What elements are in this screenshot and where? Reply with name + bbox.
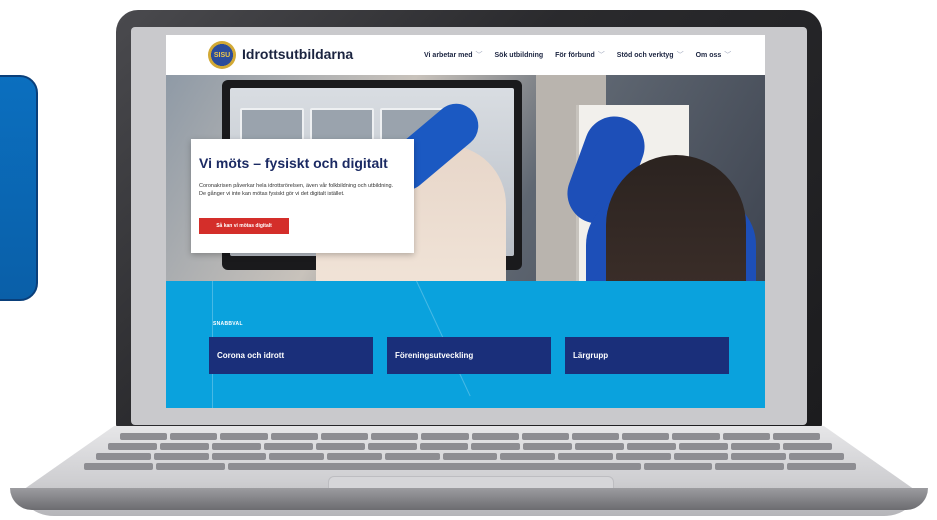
quick-links-label: SNABBVAL	[213, 321, 243, 327]
nav-item-label: Stöd och verktyg	[616, 51, 674, 59]
chevron-down-icon: ﹀	[597, 52, 605, 59]
hero-title: Vi möts – fysiskt och digitalt	[199, 155, 388, 171]
nav-item-stod-och-verktyg[interactable]: Stöd och verktyg ﹀	[617, 50, 684, 60]
keyboard-row	[96, 453, 844, 460]
nav-item-label: Om oss	[695, 51, 722, 59]
site-logo-text[interactable]: Idrottsutbildarna	[242, 46, 353, 62]
nav-item-label: För förbund	[555, 51, 595, 59]
quick-link-foreningsutveckling[interactable]: Föreningsutveckling	[387, 337, 551, 374]
nav-item-label: Sök utbildning	[494, 51, 544, 59]
nav-item-for-forbund[interactable]: För förbund ﹀	[555, 50, 605, 60]
chevron-down-icon: ﹀	[676, 52, 684, 59]
laptop-base-edge	[10, 488, 928, 510]
keyboard-row	[84, 463, 856, 470]
nav-item-sok-utbildning[interactable]: Sök utbildning	[495, 50, 544, 60]
quick-link-corona[interactable]: Corona och idrott	[209, 337, 373, 374]
nav-item-vi-arbetar-med[interactable]: Vi arbetar med ﹀	[424, 50, 483, 60]
keyboard-row	[108, 443, 832, 450]
hero-card: Vi möts – fysiskt och digitalt Coronakri…	[191, 139, 414, 253]
decorative-blue-panel	[0, 75, 38, 301]
main-nav: Vi arbetar med ﹀ Sök utbildning För förb…	[424, 50, 731, 60]
hero-photo-hair	[606, 155, 746, 281]
site-header: SISU Idrottsutbildarna Vi arbetar med ﹀ …	[166, 35, 765, 75]
chevron-down-icon: ﹀	[724, 52, 732, 59]
quick-links-section: SNABBVAL Corona och idrott Föreningsutve…	[166, 280, 765, 408]
nav-item-om-oss[interactable]: Om oss ﹀	[696, 50, 732, 60]
laptop-screen: SISU Idrottsutbildarna Vi arbetar med ﹀ …	[166, 35, 765, 408]
sisu-logo-icon[interactable]: SISU	[208, 41, 236, 69]
hero-section: Vi möts – fysiskt och digitalt Coronakri…	[166, 75, 765, 281]
hero-text: Coronakrisen påverkar hela idrottsrörels…	[199, 183, 394, 197]
quick-link-largrupp[interactable]: Lärgrupp	[565, 337, 729, 374]
nav-item-label: Vi arbetar med	[424, 51, 473, 59]
keyboard-row	[120, 433, 821, 440]
chevron-down-icon: ﹀	[475, 52, 483, 59]
hero-cta-button[interactable]: Så kan vi mötas digitalt	[199, 218, 289, 234]
